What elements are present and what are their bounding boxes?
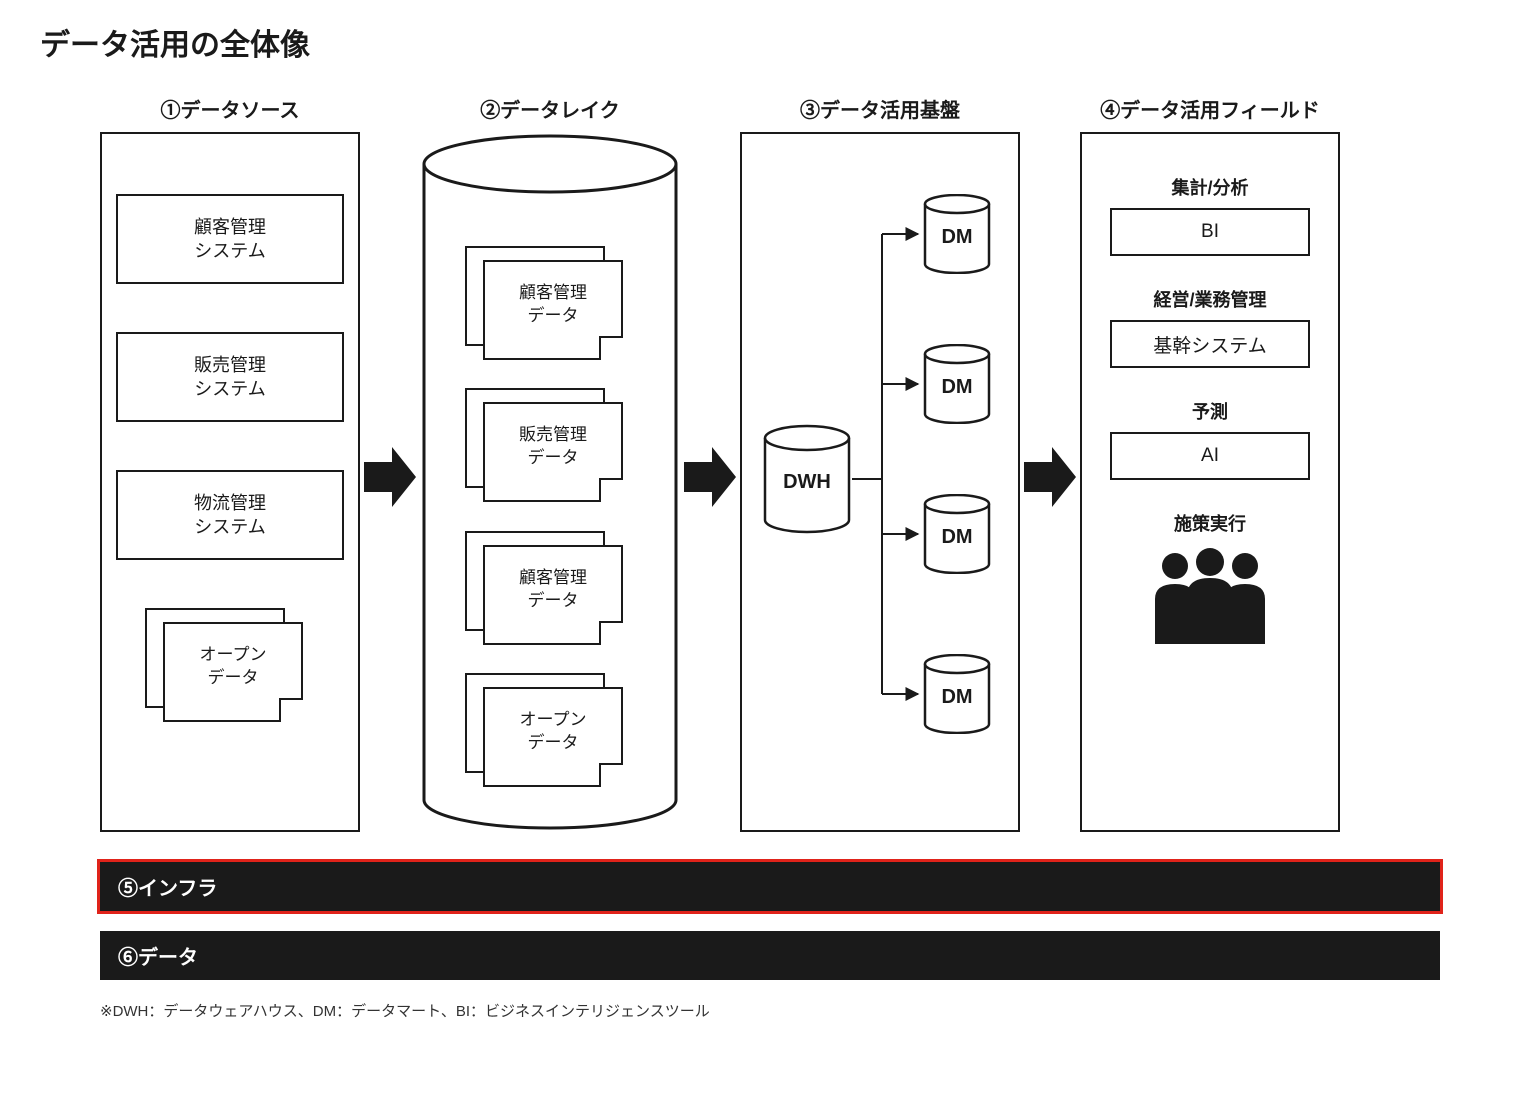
col-data-field: ④データ活用フィールド 集計/分析 BI 経営/業務管理 基幹システム 予測 A… [1080, 94, 1340, 832]
bar-infra: ⑤インフラ [100, 862, 1440, 911]
col3-panel: DWH DM DM DM DM [740, 132, 1020, 832]
col-data-lake: ②データレイク 顧客管理データ 販売管理データ [420, 94, 680, 832]
bar-data: ⑥データ [100, 931, 1440, 980]
field-box-mgmt: 基幹システム [1110, 320, 1310, 368]
src-box-sales: 販売管理システム [116, 332, 344, 422]
lake-doc-customer: 顧客管理データ [465, 246, 635, 365]
lake-doc-customer2: 顧客管理データ [465, 531, 635, 650]
lake-doc-customer-label: 顧客管理データ [519, 282, 587, 328]
arrow-2 [680, 94, 740, 832]
col-data-source: ①データソース 顧客管理システム 販売管理システム 物流管理システム オープンデ… [100, 94, 360, 832]
lake-doc-sales: 販売管理データ [465, 388, 635, 507]
footnote: ※DWH：データウェアハウス、DM：データマート、BI：ビジネスインテリジェンス… [100, 1000, 1440, 1021]
field-label-ai: 予測 [1192, 398, 1228, 424]
src-box-logistics: 物流管理システム [116, 470, 344, 560]
field-group-exec: 施策実行 [1135, 510, 1285, 649]
arrow-1 [360, 94, 420, 832]
bottom-bars: ⑤インフラ ⑥データ [100, 862, 1440, 980]
col4-panel: 集計/分析 BI 経営/業務管理 基幹システム 予測 AI 施策実行 [1080, 132, 1340, 832]
data-lake-cylinder: 顧客管理データ 販売管理データ 顧客管理データ オープンデータ [420, 132, 680, 832]
field-group-mgmt: 経営/業務管理 基幹システム [1110, 286, 1310, 368]
lake-doc-open: オープンデータ [465, 673, 635, 792]
dwh-dm-connectors [742, 134, 1022, 834]
src-box-customer: 顧客管理システム [116, 194, 344, 284]
col1-header: ①データソース [161, 94, 300, 122]
col4-header: ④データ活用フィールド [1100, 94, 1320, 122]
doc-open-data: オープンデータ [145, 608, 315, 728]
field-group-bi: 集計/分析 BI [1110, 174, 1310, 256]
lake-doc-sales-label: 販売管理データ [519, 424, 587, 470]
doc-open-data-label: オープンデータ [200, 644, 267, 690]
col3-header: ③データ活用基盤 [800, 94, 960, 122]
col-data-platform: ③データ活用基盤 DWH DM DM [740, 94, 1020, 832]
field-group-ai: 予測 AI [1110, 398, 1310, 480]
arrow-3 [1020, 94, 1080, 832]
field-label-bi: 集計/分析 [1171, 174, 1248, 200]
col1-panel: 顧客管理システム 販売管理システム 物流管理システム オープンデータ [100, 132, 360, 832]
people-icon [1135, 544, 1285, 649]
lake-doc-customer2-label: 顧客管理データ [519, 567, 587, 613]
field-label-exec: 施策実行 [1174, 510, 1246, 536]
lake-doc-open-label: オープンデータ [520, 709, 587, 755]
col2-header: ②データレイク [480, 94, 620, 122]
field-label-mgmt: 経営/業務管理 [1153, 286, 1266, 312]
field-box-bi: BI [1110, 208, 1310, 256]
diagram: ①データソース 顧客管理システム 販売管理システム 物流管理システム オープンデ… [100, 94, 1440, 832]
field-box-ai: AI [1110, 432, 1310, 480]
page-title: データ活用の全体像 [40, 20, 1500, 64]
